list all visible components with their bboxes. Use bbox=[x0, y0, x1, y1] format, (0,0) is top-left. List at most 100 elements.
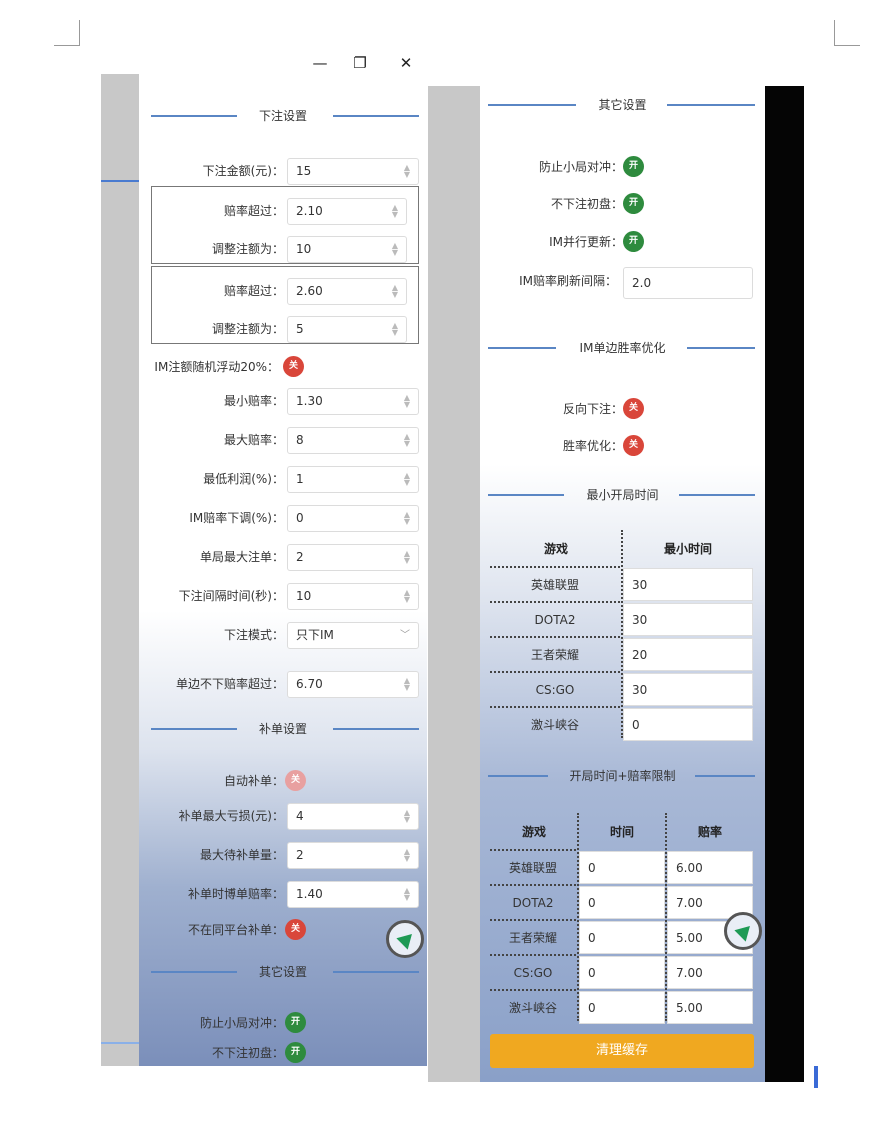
supplement-odds-input[interactable]: 1.40 ▲ ▼ bbox=[287, 881, 419, 908]
rule1-adjust-input[interactable]: 10 ▲ ▼ bbox=[287, 236, 407, 263]
no-initial-toggle[interactable]: 开 bbox=[623, 193, 644, 214]
bet-interval-input[interactable]: 10 ▲ ▼ bbox=[287, 583, 419, 610]
rule1-odds-input[interactable]: 2.10 ▲ ▼ bbox=[287, 198, 407, 225]
max-per-game-label: 单局最大注单： bbox=[199, 550, 284, 564]
rule2-adjust-row: 调整注额为： 5 ▲ ▼ bbox=[139, 314, 427, 344]
spinner-icon[interactable]: ▲ ▼ bbox=[402, 848, 412, 863]
document-page: — ❐ ✕ 下注设置 下注金额(元)： 15 ▲ ▼ 赔率超过： 2.10 ▲ ▼ 调整… bbox=[0, 0, 871, 1140]
max-pending-input[interactable]: 2 ▲ ▼ bbox=[287, 842, 419, 869]
min-time-input[interactable]: 30 bbox=[623, 568, 753, 601]
reverse-bet-toggle[interactable]: 关 bbox=[623, 398, 644, 419]
table-header: 游戏 bbox=[543, 542, 568, 556]
min-time-input[interactable]: 20 bbox=[623, 638, 753, 671]
section-title: 其它设置 bbox=[258, 965, 307, 979]
title-bar: — ❐ ✕ bbox=[139, 48, 427, 76]
table-row-game: DOTA2 bbox=[490, 884, 576, 919]
spinner-icon[interactable]: ▲ ▼ bbox=[390, 284, 400, 299]
crop-mark-top-right bbox=[834, 20, 860, 46]
win-opt-row: 胜率优化： 关 bbox=[480, 431, 765, 461]
max-loss-input[interactable]: 4 ▲ ▼ bbox=[287, 803, 419, 830]
min-profit-input[interactable]: 1 ▲ ▼ bbox=[287, 466, 419, 493]
spinner-icon[interactable]: ▲ ▼ bbox=[390, 322, 400, 337]
section-header-min-time: 最小开局时间 bbox=[480, 485, 765, 505]
float-action-button[interactable] bbox=[386, 920, 424, 958]
max-loss-row: 补单最大亏损(元)： 4 ▲ ▼ bbox=[139, 801, 427, 831]
divider-line bbox=[101, 1042, 139, 1044]
rule2-odds-label: 赔率超过： bbox=[223, 284, 284, 298]
bet-amount-input[interactable]: 15 ▲ ▼ bbox=[287, 158, 419, 185]
odds-input[interactable]: 5.00 bbox=[667, 991, 753, 1024]
im-parallel-row: IM并行更新： 开 bbox=[480, 227, 765, 257]
spinner-icon[interactable]: ▲ ▼ bbox=[402, 589, 412, 604]
spinner-icon[interactable]: ▲ ▼ bbox=[402, 677, 412, 692]
time-input[interactable]: 0 bbox=[579, 956, 665, 989]
im-refresh-label: IM赔率刷新间隔： bbox=[519, 274, 617, 288]
send-arrow-icon bbox=[734, 920, 756, 942]
odds-input[interactable]: 7.00 bbox=[667, 956, 753, 989]
time-input[interactable]: 0 bbox=[579, 851, 665, 884]
anti-small-label: 防止小局对冲： bbox=[538, 160, 623, 174]
min-time-input[interactable]: 30 bbox=[623, 673, 753, 706]
one-side-limit-input[interactable]: 6.70 ▲ ▼ bbox=[287, 671, 419, 698]
spinner-icon[interactable]: ▲ ▼ bbox=[402, 511, 412, 526]
not-same-platform-toggle[interactable]: 关 bbox=[285, 919, 306, 940]
time-input[interactable]: 0 bbox=[579, 886, 665, 919]
left-background-strip bbox=[101, 74, 139, 1066]
win-opt-label: 胜率优化： bbox=[562, 439, 623, 453]
anti-small-row: 防止小局对冲： 开 bbox=[139, 1008, 427, 1038]
time-input[interactable]: 0 bbox=[579, 921, 665, 954]
im-odds-down-input[interactable]: 0 ▲ ▼ bbox=[287, 505, 419, 532]
max-odds-input[interactable]: 8 ▲ ▼ bbox=[287, 427, 419, 454]
min-profit-label: 最低利润(%)： bbox=[203, 472, 284, 486]
min-profit-row: 最低利润(%)： 1 ▲ ▼ bbox=[139, 464, 427, 494]
spinner-icon[interactable]: ▲ ▼ bbox=[402, 472, 412, 487]
rule2-odds-input[interactable]: 2.60 ▲ ▼ bbox=[287, 278, 407, 305]
close-button[interactable]: ✕ bbox=[395, 52, 417, 74]
rule2-adjust-input[interactable]: 5 ▲ ▼ bbox=[287, 316, 407, 343]
im-random-label: IM注额随机浮动20%： bbox=[154, 360, 279, 374]
max-per-game-input[interactable]: 2 ▲ ▼ bbox=[287, 544, 419, 571]
no-initial-label: 不下注初盘： bbox=[550, 197, 623, 211]
anti-small-toggle[interactable]: 开 bbox=[623, 156, 644, 177]
one-side-limit-row: 单边不下赔率超过： 6.70 ▲ ▼ bbox=[139, 669, 427, 699]
bet-mode-select[interactable]: 只下IM ﹀ bbox=[287, 622, 419, 649]
no-initial-label: 不下注初盘： bbox=[211, 1046, 284, 1060]
spinner-icon[interactable]: ▲ ▼ bbox=[402, 550, 412, 565]
odds-input[interactable]: 6.00 bbox=[667, 851, 753, 884]
section-title: 补单设置 bbox=[258, 722, 307, 736]
im-random-toggle[interactable]: 关 bbox=[283, 356, 304, 377]
table-row-game: 激斗峡谷 bbox=[490, 706, 620, 741]
max-per-game-row: 单局最大注单： 2 ▲ ▼ bbox=[139, 542, 427, 572]
anti-small-toggle[interactable]: 开 bbox=[285, 1012, 306, 1033]
minimize-button[interactable]: — bbox=[309, 52, 331, 74]
auto-supplement-toggle[interactable]: 关 bbox=[285, 770, 306, 791]
anti-small-label: 防止小局对冲： bbox=[199, 1016, 284, 1030]
spinner-icon[interactable]: ▲ ▼ bbox=[402, 394, 412, 409]
im-parallel-toggle[interactable]: 开 bbox=[623, 231, 644, 252]
restore-button[interactable]: ❐ bbox=[349, 52, 371, 74]
section-title: IM单边胜率优化 bbox=[579, 341, 666, 355]
table-row-game: 英雄联盟 bbox=[490, 566, 620, 601]
im-refresh-input[interactable]: 2.0 bbox=[623, 267, 753, 299]
clear-cache-button[interactable]: 清理缓存 bbox=[490, 1034, 754, 1068]
spinner-icon[interactable]: ▲ ▼ bbox=[390, 204, 400, 219]
right-settings-panel: 其它设置 防止小局对冲： 开 不下注初盘： 开 IM并行更新： 开 IM赔率刷新… bbox=[480, 86, 765, 1082]
min-odds-input[interactable]: 1.30 ▲ ▼ bbox=[287, 388, 419, 415]
spinner-icon[interactable]: ▲ ▼ bbox=[402, 809, 412, 824]
rule2-odds-row: 赔率超过： 2.60 ▲ ▼ bbox=[139, 276, 427, 306]
auto-supplement-label: 自动补单： bbox=[223, 774, 284, 788]
win-opt-toggle[interactable]: 关 bbox=[623, 435, 644, 456]
min-time-input[interactable]: 30 bbox=[623, 603, 753, 636]
min-time-input[interactable]: 0 bbox=[623, 708, 753, 741]
divider-line bbox=[101, 180, 139, 182]
section-title: 其它设置 bbox=[598, 98, 647, 112]
spinner-icon[interactable]: ▲ ▼ bbox=[402, 433, 412, 448]
right-dark-strip bbox=[765, 86, 804, 1082]
spinner-icon[interactable]: ▲ ▼ bbox=[390, 242, 400, 257]
time-input[interactable]: 0 bbox=[579, 991, 665, 1024]
no-initial-toggle[interactable]: 开 bbox=[285, 1042, 306, 1063]
spinner-icon[interactable]: ▲ ▼ bbox=[402, 887, 412, 902]
float-action-button[interactable] bbox=[724, 912, 762, 950]
section-title: 最小开局时间 bbox=[586, 488, 659, 502]
spinner-icon[interactable]: ▲ ▼ bbox=[402, 164, 412, 179]
